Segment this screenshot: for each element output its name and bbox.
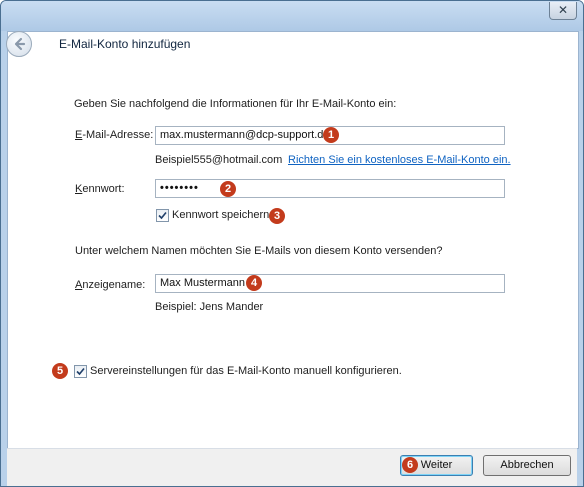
manual-config-label[interactable]: Servereinstellungen für das E-Mail-Konto… — [90, 365, 402, 377]
dialog-content — [7, 31, 579, 449]
badge-6: 6 — [402, 457, 418, 473]
free-account-link[interactable]: Richten Sie ein kostenloses E-Mail-Konto… — [288, 154, 511, 166]
intro-text: Geben Sie nachfolgend die Informationen … — [74, 98, 397, 110]
title-bar — [1, 1, 583, 31]
dialog-window: ✕ E-Mail-Konto hinzufügen Geben Sie nach… — [0, 0, 584, 487]
email-example: Beispiel555@hotmail.com — [155, 154, 283, 166]
checkmark-icon — [76, 367, 85, 376]
display-name-example: Beispiel: Jens Mander — [155, 301, 264, 313]
badge-2: 2 — [220, 181, 236, 197]
display-name-label: Anzeigename: — [75, 279, 146, 291]
manual-config-checkbox[interactable] — [74, 365, 87, 378]
badge-3: 3 — [269, 208, 285, 224]
dialog-title: E-Mail-Konto hinzufügen — [59, 37, 191, 51]
cancel-button[interactable]: Abbrechen — [483, 455, 571, 476]
close-button[interactable]: ✕ — [549, 2, 577, 20]
email-label: E-Mail-Adresse: — [75, 129, 154, 141]
checkmark-icon — [158, 211, 167, 220]
save-password-checkbox[interactable] — [156, 209, 169, 222]
back-button[interactable] — [6, 31, 32, 57]
cancel-button-label: Abbrechen — [500, 459, 554, 471]
password-label: Kennwort: — [75, 183, 125, 195]
back-arrow-icon — [14, 37, 26, 51]
badge-5: 5 — [52, 363, 68, 379]
password-field[interactable]: •••••••• — [155, 179, 505, 198]
display-name-field[interactable]: Max Mustermann — [155, 274, 505, 293]
badge-4: 4 — [246, 275, 262, 291]
save-password-label[interactable]: Kennwort speichern — [172, 209, 269, 221]
badge-1: 1 — [323, 127, 339, 143]
next-button-label: Weiter — [420, 459, 453, 471]
sender-question: Unter welchem Namen möchten Sie E-Mails … — [75, 245, 443, 257]
